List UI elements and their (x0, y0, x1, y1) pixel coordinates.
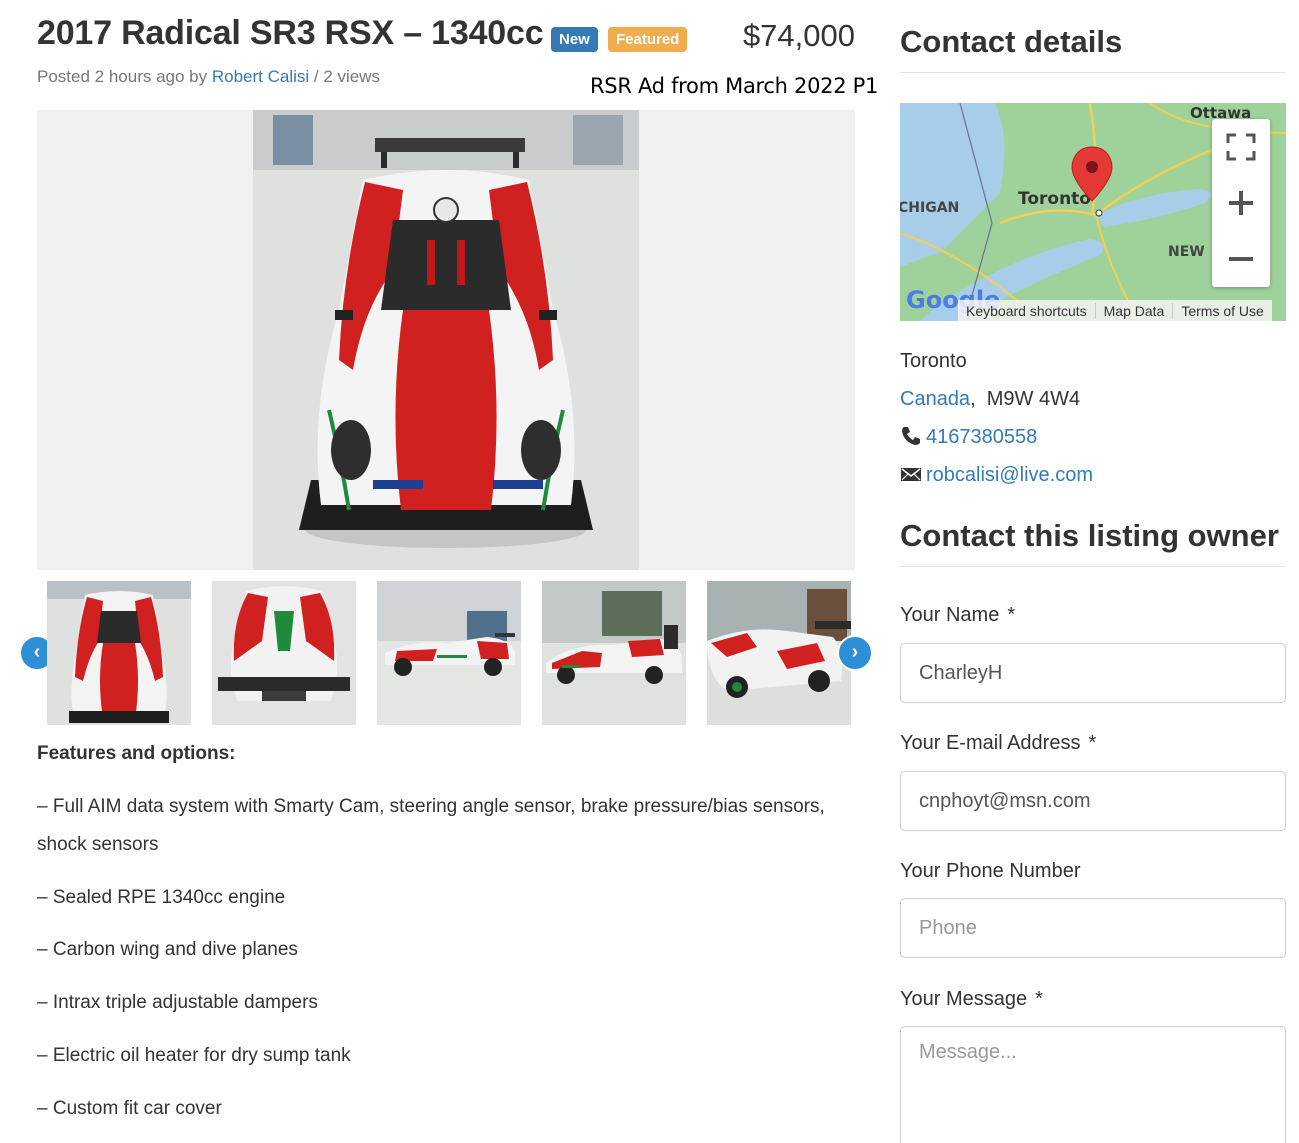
thumbnail-4[interactable] (542, 581, 686, 725)
map-label-new: NEW (1168, 244, 1205, 260)
feature-item-6: – Custom fit car cover (37, 1098, 222, 1119)
email-label-text: Your E-mail Address (900, 732, 1081, 754)
phone-input[interactable] (900, 898, 1286, 958)
phone-line: 4167380558 (900, 426, 1037, 449)
plus-icon (1229, 191, 1253, 215)
address-comma: , (970, 388, 987, 410)
required-mark: * (1035, 988, 1043, 1010)
email-line: robcalisi@live.com (900, 464, 1093, 487)
map-footer: Keyboard shortcuts Map Data Terms of Use (958, 300, 1272, 321)
contact-details-heading: Contact details (900, 24, 1123, 59)
email-label: Your E-mail Address * (900, 732, 1096, 755)
thumbnail-2[interactable] (212, 581, 356, 725)
email-input[interactable] (900, 771, 1286, 831)
phone-link[interactable]: 4167380558 (926, 426, 1037, 448)
postal-code: M9W 4W4 (986, 388, 1081, 410)
thumbnail-5[interactable] (707, 581, 851, 725)
location-map[interactable]: Ottawa Toronto CHIGAN NEW Google (900, 103, 1286, 321)
map-controls (1212, 119, 1270, 287)
envelope-icon (901, 468, 921, 481)
phone-icon (902, 427, 920, 445)
thumbnail-strip (47, 581, 851, 725)
ad-watermark-caption: RSR Ad from March 2022 P1 (590, 74, 879, 98)
main-photo-frame[interactable] (37, 110, 855, 570)
new-badge: New (551, 27, 598, 52)
phone-label: Your Phone Number (900, 860, 1081, 883)
feature-item-5: – Electric oil heater for dry sump tank (37, 1045, 351, 1066)
map-label-toronto: Toronto (1018, 189, 1091, 209)
phone-label-text: Your Phone Number (900, 860, 1081, 882)
message-label-text: Your Message (900, 988, 1028, 1010)
form-divider (900, 566, 1286, 567)
listing-meta: Posted 2 hours ago by Robert Calisi / 2 … (37, 67, 380, 87)
email-link[interactable]: robcalisi@live.com (926, 464, 1093, 486)
keyboard-shortcuts-link[interactable]: Keyboard shortcuts (958, 303, 1095, 319)
fullscreen-button[interactable] (1212, 119, 1270, 175)
thumbnail-3[interactable] (377, 581, 521, 725)
contact-owner-heading: Contact this listing owner (900, 518, 1279, 553)
listing-header: 2017 Radical SR3 RSX – 1340cc New Featur… (37, 14, 855, 58)
address-city: Toronto (900, 350, 967, 372)
required-mark: * (1007, 604, 1016, 626)
minus-icon (1229, 257, 1253, 261)
map-data-link[interactable]: Map Data (1094, 302, 1173, 319)
views-count: / 2 views (313, 67, 381, 86)
terms-of-use-link[interactable]: Terms of Use (1172, 302, 1271, 319)
feature-item-4: – Intrax triple adjustable dampers (37, 992, 318, 1013)
zoom-out-button[interactable] (1212, 231, 1270, 287)
posted-text: Posted 2 hours ago by (37, 67, 208, 86)
feature-item-1: – Full AIM data system with Smarty Cam, … (37, 796, 825, 855)
map-label-michigan: CHIGAN (900, 200, 959, 216)
country-link[interactable]: Canada (900, 388, 970, 410)
heading-divider (900, 72, 1286, 73)
name-label-text: Your Name (900, 604, 1000, 626)
featured-badge: Featured (608, 27, 688, 52)
listing-price: $74,000 (742, 18, 855, 53)
listing-title: 2017 Radical SR3 RSX – 1340cc (37, 14, 544, 52)
carousel-next-button[interactable]: › (837, 635, 873, 671)
name-input[interactable] (900, 643, 1286, 703)
author-link[interactable]: Robert Calisi (212, 67, 309, 86)
name-label: Your Name * (900, 604, 1015, 627)
features-heading: Features and options: (37, 743, 236, 764)
message-label: Your Message * (900, 988, 1043, 1011)
main-car-photo[interactable] (253, 110, 639, 570)
required-mark: * (1088, 732, 1097, 754)
fullscreen-icon (1226, 133, 1256, 161)
feature-item-3: – Carbon wing and dive planes (37, 939, 298, 960)
thumbnail-1[interactable] (47, 581, 191, 725)
feature-item-2: – Sealed RPE 1340cc engine (37, 887, 286, 908)
message-textarea[interactable] (900, 1026, 1286, 1143)
zoom-in-button[interactable] (1212, 175, 1270, 231)
address-country-line: Canada, M9W 4W4 (900, 388, 1080, 411)
